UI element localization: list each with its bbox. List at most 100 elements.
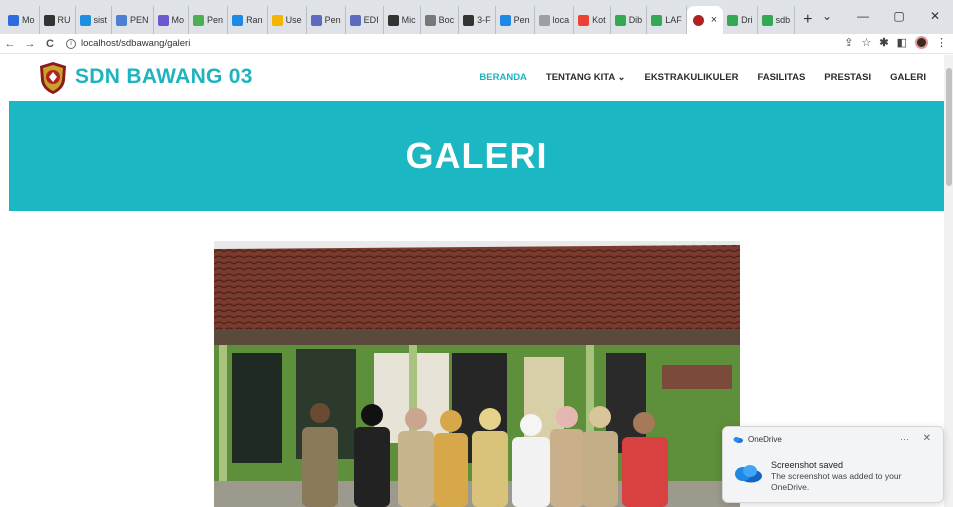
tab-favicon-icon	[614, 14, 626, 26]
share-icon[interactable]: ⇪	[844, 36, 853, 49]
onedrive-notification[interactable]: OneDrive ··· ✕ Screenshot saved The scre…	[722, 426, 944, 503]
tab-favicon-icon	[79, 14, 91, 26]
reload-button[interactable]: C	[40, 38, 60, 50]
tab-label: Boc	[438, 15, 455, 25]
browser-toolbar: ← → C i localhost/sdbawang/galeri ⇪ ☆ ✱ …	[0, 34, 953, 54]
tab-label: sdb	[775, 15, 791, 25]
menu-icon[interactable]: ⋮	[936, 36, 947, 49]
browser-tab[interactable]: loca	[535, 6, 575, 34]
browser-tab[interactable]: Use	[268, 6, 307, 34]
school-favicon-icon	[692, 14, 704, 26]
nav-link-tentang[interactable]: TENTANG KITA ⌄	[546, 72, 626, 83]
tab-label: sist	[93, 15, 108, 25]
tab-label: 3-F	[477, 15, 491, 25]
tab-search-chevron-icon[interactable]: ⌄	[809, 4, 845, 28]
tab-favicon-icon	[463, 14, 475, 26]
nav-link-ekstrakulikuler[interactable]: EKSTRAKULIKULER	[644, 72, 738, 83]
sidepanel-icon[interactable]: ◧	[897, 36, 907, 49]
tab-label: Dib	[628, 15, 643, 25]
toast-more-button[interactable]: ···	[900, 434, 909, 444]
tab-label: Mic	[401, 15, 416, 25]
tab-favicon-icon	[499, 14, 511, 26]
browser-tab[interactable]: Dib	[611, 6, 648, 34]
browser-actions: ⇪ ☆ ✱ ◧ ⋮	[844, 36, 947, 49]
tab-label: Use	[285, 15, 302, 25]
toast-message: The screenshot was added to your OneDriv…	[771, 471, 902, 492]
tab-favicon-icon	[578, 14, 590, 26]
tab-favicon-icon	[8, 14, 19, 26]
browser-tab[interactable]: PEN	[112, 6, 154, 34]
browser-tab[interactable]: Ran	[228, 6, 268, 34]
gallery-photo[interactable]	[214, 241, 740, 507]
toast-header: OneDrive	[733, 435, 782, 444]
window-controls: ⌄ — ▢ ✕	[809, 4, 953, 28]
browser-tab[interactable]: RU	[40, 6, 76, 34]
site-info-icon[interactable]: i	[66, 38, 76, 49]
browser-tab[interactable]: 3-F	[459, 6, 496, 34]
close-window-button[interactable]: ✕	[917, 4, 953, 28]
tab-favicon-icon	[349, 14, 361, 26]
browser-tab[interactable]: Boc	[421, 6, 460, 34]
tab-favicon-icon	[310, 14, 322, 26]
browser-tab[interactable]: Pen	[307, 6, 346, 34]
close-tab-icon[interactable]: ×	[711, 14, 717, 26]
tab-label: EDI	[363, 15, 379, 25]
tab-favicon-icon	[651, 14, 663, 26]
extensions-icon[interactable]: ✱	[879, 36, 888, 49]
active-browser-tab[interactable]: ×	[686, 6, 724, 34]
onedrive-cloud-icon	[735, 465, 762, 483]
tab-favicon-icon	[761, 14, 773, 26]
browser-tab[interactable]: Dri	[723, 6, 758, 34]
restore-button[interactable]: ▢	[881, 4, 917, 28]
browser-tab[interactable]: Pen	[496, 6, 535, 34]
tab-label: Pen	[513, 15, 530, 25]
browser-tab[interactable]: Kot	[574, 6, 611, 34]
tab-favicon-icon	[538, 14, 550, 26]
page-hero: GALERI	[9, 101, 944, 211]
main-nav: BERANDA TENTANG KITA ⌄ EKSTRAKULIKULER FASI…	[460, 72, 926, 83]
scrollbar-thumb[interactable]	[946, 68, 952, 186]
page-title: GALERI	[405, 135, 548, 176]
back-button[interactable]: ←	[0, 38, 20, 50]
url-text[interactable]: localhost/sdbawang/galeri	[81, 38, 190, 49]
tab-label: LAF	[665, 15, 682, 25]
tab-label: Dri	[741, 15, 753, 25]
tab-favicon-icon	[157, 14, 169, 26]
profile-avatar[interactable]	[915, 36, 928, 49]
tab-label: Pen	[324, 15, 341, 25]
minimize-button[interactable]: —	[845, 4, 881, 28]
toast-title: Screenshot saved	[771, 460, 844, 470]
toast-close-button[interactable]: ✕	[923, 433, 931, 444]
tab-label: Kot	[592, 15, 606, 25]
tab-favicon-icon	[232, 14, 244, 26]
tab-label: RU	[57, 15, 71, 25]
nav-link-beranda[interactable]: BERANDA	[479, 72, 527, 83]
browser-tab[interactable]: sist	[76, 6, 113, 34]
browser-tab[interactable]: LAF	[647, 6, 687, 34]
browser-tab[interactable]: sdb	[758, 6, 796, 34]
toast-app-name: OneDrive	[748, 435, 782, 444]
tab-favicon-icon	[43, 14, 55, 26]
browser-tab[interactable]: Pen	[189, 6, 229, 34]
tab-label: PEN	[130, 15, 149, 25]
browser-tab[interactable]: EDI	[346, 6, 384, 34]
forward-button[interactable]: →	[20, 38, 40, 50]
tab-label: loca	[552, 15, 570, 25]
site-header: SDN BAWANG 03 BERANDA TENTANG KITA ⌄ EKSTR…	[0, 55, 944, 101]
school-logo-icon[interactable]	[38, 61, 68, 95]
onedrive-small-icon	[733, 437, 743, 443]
tab-label: Mo	[22, 15, 35, 25]
nav-link-prestasi[interactable]: PRESTASI	[824, 72, 871, 83]
site-brand[interactable]: SDN BAWANG 03	[75, 65, 253, 89]
browser-tab[interactable]: Mo	[4, 6, 40, 34]
tab-favicon-icon	[193, 14, 205, 26]
tab-favicon-icon	[727, 14, 739, 26]
tab-label: Ran	[246, 15, 263, 25]
tab-label: Mo	[171, 15, 185, 25]
bookmark-star-icon[interactable]: ☆	[862, 36, 872, 49]
browser-tab[interactable]: Mo	[154, 6, 190, 34]
address-bar[interactable]: i localhost/sdbawang/galeri	[66, 38, 190, 49]
browser-tab[interactable]: Mic	[384, 6, 421, 34]
nav-link-galeri[interactable]: GALERI	[890, 72, 926, 83]
nav-link-fasilitas[interactable]: FASILITAS	[757, 72, 805, 83]
